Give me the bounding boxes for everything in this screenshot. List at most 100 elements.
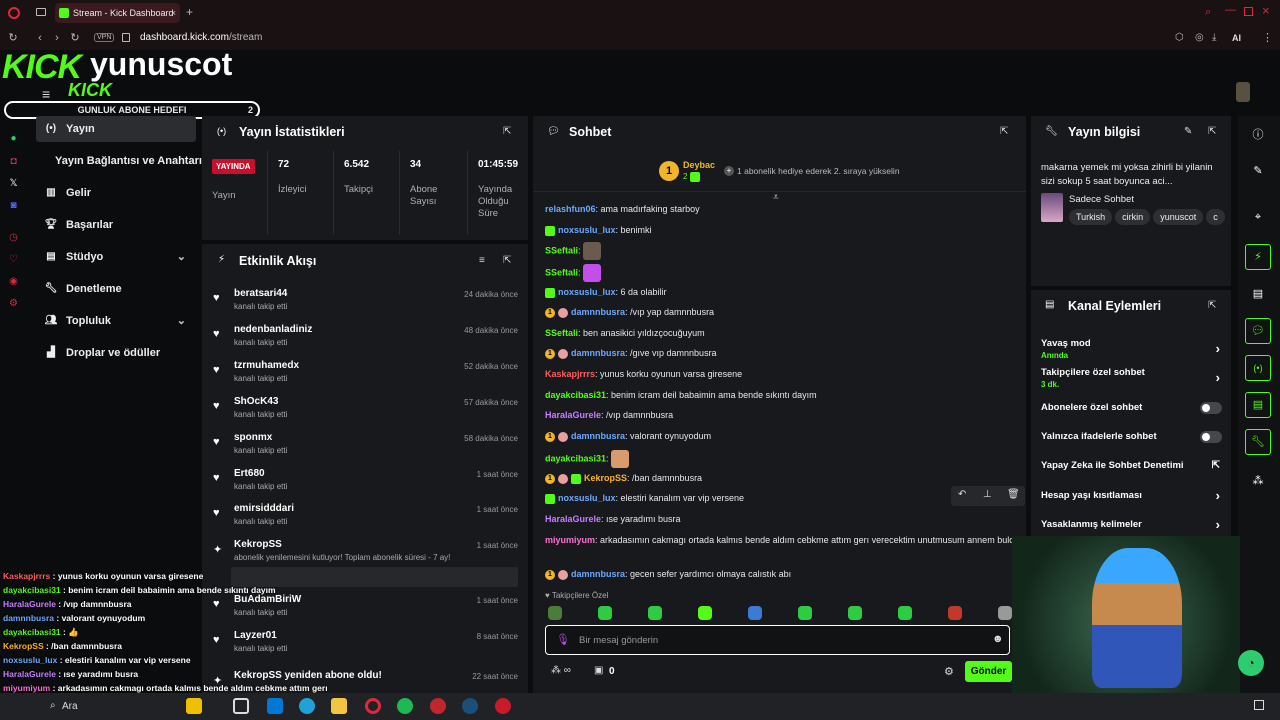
collapse-chevron-icon[interactable]: ⩡ <box>773 192 779 203</box>
snapshot-icon[interactable]: ◎ <box>1195 32 1204 43</box>
settings-sidebar-icon[interactable]: ⚙ <box>7 297 20 310</box>
channel-action[interactable]: Abonelere özel sohbet <box>1041 402 1226 414</box>
pin-icon[interactable]: ⊥ <box>983 489 992 500</box>
broadcast-rail-button[interactable]: (•) <box>1245 355 1271 381</box>
external-link-icon[interactable]: ⇱ <box>1212 460 1220 471</box>
app-icon[interactable] <box>430 698 446 714</box>
menu-icon[interactable]: ⋮ <box>1262 31 1273 44</box>
chat-message[interactable]: SSeftali: <box>545 264 1023 282</box>
activity-event[interactable]: ♥ nedenbanladiniz kanalı takip etti 48 daki… <box>210 322 520 358</box>
chat-message[interactable]: HaralaGurele: /vıp damnnbusra <box>545 409 1023 421</box>
spotify-icon[interactable] <box>397 698 413 714</box>
notification-icon[interactable] <box>1254 700 1264 710</box>
activity-event[interactable]: ♥ BuAdamBiriW kanalı takip etti 1 saat önce <box>210 592 520 628</box>
chat-username[interactable]: Kaskapjrrrs <box>545 369 595 379</box>
taskbar-widget-icon[interactable] <box>186 698 202 714</box>
minimize-button[interactable]: — <box>1225 4 1236 16</box>
sidebar-item-stream-key[interactable]: Yayın Bağlantısı ve Anahtarı <box>36 148 206 174</box>
channel-action[interactable]: Yavaş mod Anında › <box>1041 338 1226 360</box>
ai-button[interactable]: AI <box>1232 33 1241 43</box>
chat-username[interactable]: damnnbusra <box>571 307 625 317</box>
send-button[interactable]: Gönder <box>965 661 1012 682</box>
task-view-icon[interactable] <box>233 698 249 714</box>
chat-username[interactable]: SSeftali <box>545 267 578 277</box>
actions-rail-button[interactable]: ▤ <box>1245 392 1271 418</box>
url-field[interactable]: dashboard.kick.com/stream <box>140 32 262 43</box>
new-tab-button[interactable]: + <box>186 5 193 19</box>
emote-button[interactable] <box>748 606 762 620</box>
chat-message[interactable]: HaralaGurele: ıse yaradımı busra <box>545 513 1023 525</box>
emote-button[interactable] <box>948 606 962 620</box>
chat-username[interactable]: SSeftali <box>545 245 578 255</box>
instagram-icon[interactable]: ◘ <box>7 155 20 168</box>
activity-event[interactable]: ♥ Layzer01 kanalı takip etti 8 saat önce <box>210 628 520 664</box>
emote-button[interactable] <box>648 606 662 620</box>
chat-username[interactable]: dayakcibasi31 <box>545 390 606 400</box>
toggle-switch[interactable] <box>1200 402 1222 414</box>
chat-rail-button[interactable]: 💬︎ <box>1245 318 1271 344</box>
chat-message[interactable]: noxsuslu_lux: 6 da olabilir <box>545 286 1023 298</box>
chevron-right-icon[interactable]: › <box>1216 517 1220 532</box>
chat-message[interactable]: miyumiyum: arkadasımın cakmagı ortada ka… <box>545 534 1023 546</box>
filter-icon[interactable]: ≡ <box>479 255 485 266</box>
activity-event[interactable]: ♥ beratsari44 kanalı takip etti 24 dakika ö… <box>210 286 520 322</box>
tabs-icon[interactable] <box>36 8 46 16</box>
expand-icon[interactable]: ⇱ <box>1000 126 1008 137</box>
chat-message[interactable]: SSeftali: <box>545 242 1023 260</box>
chat-username[interactable]: noxsuslu_lux <box>558 287 616 297</box>
channel-action[interactable]: Yasaklanmış kelimeler › <box>1041 517 1226 532</box>
trash-icon[interactable]: 🗑︎ <box>1007 489 1020 500</box>
maximize-button[interactable] <box>1244 7 1253 16</box>
chat-message[interactable]: dayakcibasi31: <box>545 450 1023 468</box>
activity-event[interactable]: ♥ emirsidddari kanalı takip etti 1 saat önc… <box>210 501 520 537</box>
forward-icon[interactable]: › <box>50 31 64 45</box>
chat-username[interactable]: relashfun06 <box>545 204 596 214</box>
sidebar-item-topluluk[interactable]: 👥︎ Topluluk ⌄ <box>36 308 196 334</box>
emote-button[interactable] <box>898 606 912 620</box>
chat-message[interactable]: SSeftali: ben anasikici yıldızçocuğuyum <box>545 327 1023 339</box>
explorer-icon[interactable] <box>331 698 347 714</box>
chat-username[interactable]: noxsuslu_lux <box>558 225 616 235</box>
emote-button[interactable] <box>848 606 862 620</box>
chevron-right-icon[interactable]: › <box>1216 341 1220 356</box>
chat-username[interactable]: miyumiyum <box>545 535 595 545</box>
chat-settings-icon[interactable]: ⚙ <box>944 665 954 678</box>
tag[interactable]: yunuscot <box>1153 209 1204 225</box>
channel-action[interactable]: Yapay Zeka ile Sohbet Denetimi ⇱ <box>1041 460 1226 471</box>
browser-tab[interactable]: Stream - Kick Dashboard × <box>55 3 180 23</box>
document-icon[interactable]: ▤ <box>1244 287 1272 301</box>
toggle-switch[interactable] <box>1200 431 1222 443</box>
chat-message[interactable]: Kaskapjrrrs: yunus korku oyunun varsa gi… <box>545 368 1023 380</box>
sidebar-item-gelir[interactable]: ▥ Gelir <box>36 180 196 206</box>
emote-button[interactable] <box>548 606 562 620</box>
expand-icon[interactable]: ⇱ <box>1208 126 1216 137</box>
apps-icon[interactable]: ⁂ <box>1244 474 1272 488</box>
sidebar-item-denetleme[interactable]: 🔧︎ Denetleme <box>36 276 196 302</box>
emoji-icon[interactable]: ☻ <box>992 633 1004 645</box>
chat-message[interactable]: 1 damnnbusra: /vıp yap damnnbusra <box>545 306 1023 318</box>
close-window-button[interactable]: × <box>1262 3 1270 18</box>
chat-message[interactable]: dayakcibasi31: benim icram deil babaimin… <box>545 389 1023 401</box>
sidebar-item-yayin[interactable]: (•) Yayın <box>36 116 196 142</box>
microphone-icon[interactable]: 🎙︎ <box>556 633 570 646</box>
bolt-rail-button[interactable]: ⚡︎ <box>1245 244 1271 270</box>
tag[interactable]: cirkin <box>1115 209 1151 225</box>
target-icon[interactable]: ⌖ <box>1244 211 1272 225</box>
history-icon[interactable]: ◷ <box>7 231 20 244</box>
mail-icon[interactable] <box>267 698 283 714</box>
edit-icon[interactable]: ✎ <box>1244 164 1272 178</box>
tab-close-icon[interactable]: × <box>171 3 176 23</box>
info-icon[interactable]: ⓘ <box>1244 126 1272 141</box>
kick-chat-circle-icon[interactable]: ◔ <box>1238 650 1264 676</box>
chat-username[interactable]: damnnbusra <box>571 431 625 441</box>
emote-button[interactable] <box>998 606 1012 620</box>
channel-action[interactable]: Takipçilere özel sohbet 3 dk. › <box>1041 367 1226 389</box>
x-icon[interactable]: 𝕏 <box>7 177 20 190</box>
activity-event[interactable]: ♥ ShOcK43 kanalı takip etti 57 dakika önce <box>210 394 520 430</box>
sidebar-item-studyo[interactable]: ▤ Stüdyo ⌄ <box>36 244 196 270</box>
activity-event[interactable]: ♥ Ert680 kanalı takip etti 1 saat önce <box>210 466 520 502</box>
edit-icon[interactable]: ✎ <box>1184 126 1192 137</box>
emote-button[interactable] <box>698 606 712 620</box>
sidebar-item-droplar[interactable]: ▟ Droplar ve ödüller <box>36 340 196 366</box>
opera-logo-icon[interactable] <box>8 7 20 19</box>
